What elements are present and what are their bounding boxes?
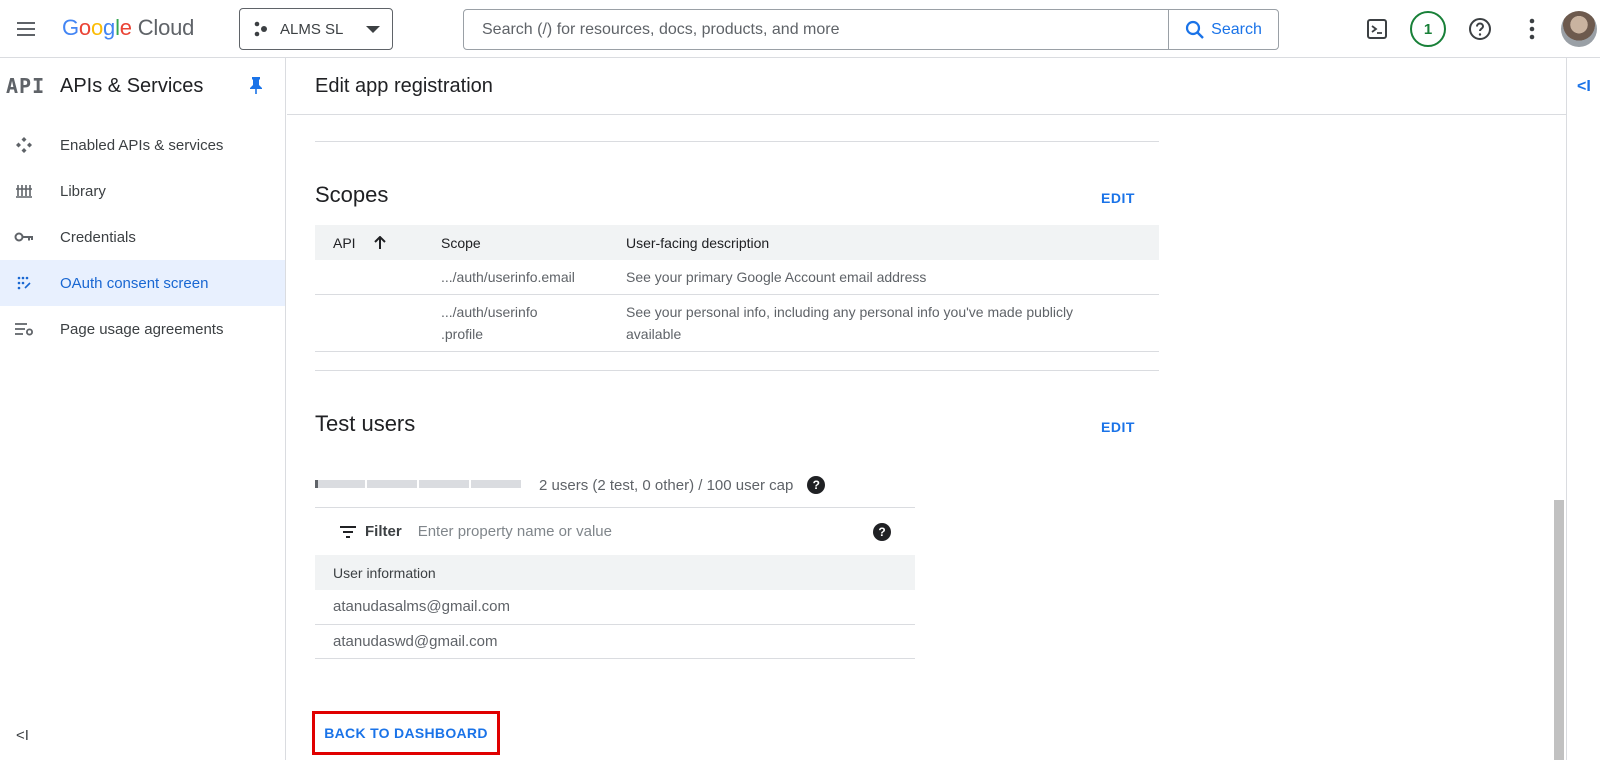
key-icon — [0, 231, 60, 243]
oauth-icon — [0, 275, 60, 291]
divider — [315, 141, 1159, 142]
divider — [315, 370, 1159, 371]
sidebar: API APIs & Services Enabled APIs & servi… — [0, 58, 286, 760]
filter-input[interactable] — [417, 523, 858, 540]
filter-help-icon[interactable]: ? — [873, 522, 891, 541]
search-input[interactable] — [464, 10, 1168, 49]
project-name: ALMS SL — [280, 20, 344, 38]
search-bar: Search — [463, 9, 1279, 50]
filter-icon — [340, 525, 356, 538]
page-header: Edit app registration — [287, 58, 1566, 115]
scopes-table: API Scope User-facing description .../au… — [315, 225, 1159, 352]
search-icon — [1186, 20, 1204, 39]
expand-panel-button[interactable]: <I — [1577, 78, 1591, 96]
column-header-scope: Scope — [425, 225, 612, 260]
sidebar-list: Enabled APIs & services Library Credenti… — [0, 122, 285, 352]
sidebar-item-library[interactable]: Library — [0, 168, 285, 214]
help-icon[interactable]: ? — [807, 476, 826, 494]
filter-label: Filter — [365, 523, 402, 540]
sort-ascending-icon — [374, 235, 387, 249]
scopes-title: Scopes — [315, 182, 389, 207]
sidebar-item-enabled-apis[interactable]: Enabled APIs & services — [0, 122, 285, 168]
test-users-title: Test users — [315, 411, 416, 436]
sidebar-title: APIs & Services — [60, 74, 204, 97]
chevron-down-icon — [366, 25, 380, 33]
project-dots-icon — [254, 21, 267, 37]
search-button[interactable]: Search — [1168, 10, 1278, 49]
collapse-sidebar-button[interactable]: <I — [16, 727, 29, 744]
settings-list-icon — [0, 321, 60, 337]
users-table: User information atanudasalms@gmail.com … — [315, 555, 915, 659]
sidebar-item-credentials[interactable]: Credentials — [0, 214, 285, 260]
project-selector[interactable]: ALMS SL — [239, 8, 393, 50]
more-vert-icon[interactable] — [1518, 15, 1546, 43]
column-header-api[interactable]: API — [315, 225, 425, 260]
sidebar-item-oauth-consent-screen[interactable]: OAuth consent screen — [0, 260, 285, 306]
sidebar-item-page-usage-agreements[interactable]: Page usage agreements — [0, 306, 285, 352]
test-users-table-box: Filter ? User information atanudasalms@g… — [315, 507, 915, 659]
scrollbar[interactable] — [1554, 500, 1564, 760]
google-cloud-logo[interactable]: Google Cloud — [62, 15, 194, 41]
help-icon[interactable] — [1466, 15, 1494, 43]
top-bar: Google Cloud ALMS SL Search 1 — [0, 0, 1600, 58]
terminal-icon[interactable] — [1363, 15, 1391, 43]
library-icon — [0, 182, 60, 200]
table-row: atanudaswd@gmail.com — [315, 624, 915, 659]
api-icon: API — [6, 74, 46, 98]
user-cap-progress-bar — [315, 480, 521, 488]
table-row: .../auth/userinfo .profile See your pers… — [315, 294, 1159, 352]
notification-badge[interactable]: 1 — [1410, 11, 1446, 47]
test-users-edit-button[interactable]: EDIT — [1101, 419, 1135, 435]
enabled-apis-icon — [0, 136, 60, 154]
table-header-row: API Scope User-facing description — [315, 225, 1159, 260]
menu-icon[interactable] — [14, 17, 38, 41]
sidebar-header: API APIs & Services — [0, 58, 285, 114]
scopes-edit-button[interactable]: EDIT — [1101, 190, 1135, 206]
pin-icon[interactable] — [249, 76, 263, 94]
right-rail: <I — [1566, 58, 1600, 760]
filter-row: Filter ? — [315, 507, 915, 555]
page-title: Edit app registration — [315, 74, 493, 97]
back-to-dashboard-button[interactable]: BACK TO DASHBOARD — [312, 711, 500, 755]
avatar[interactable] — [1561, 11, 1597, 47]
table-row: atanudasalms@gmail.com — [315, 590, 915, 625]
user-cap-text: 2 users (2 test, 0 other) / 100 user cap… — [539, 476, 826, 494]
column-header-user-information: User information — [315, 555, 915, 590]
table-row: .../auth/userinfo.email See your primary… — [315, 260, 1159, 295]
column-header-description: User-facing description — [612, 225, 1159, 260]
